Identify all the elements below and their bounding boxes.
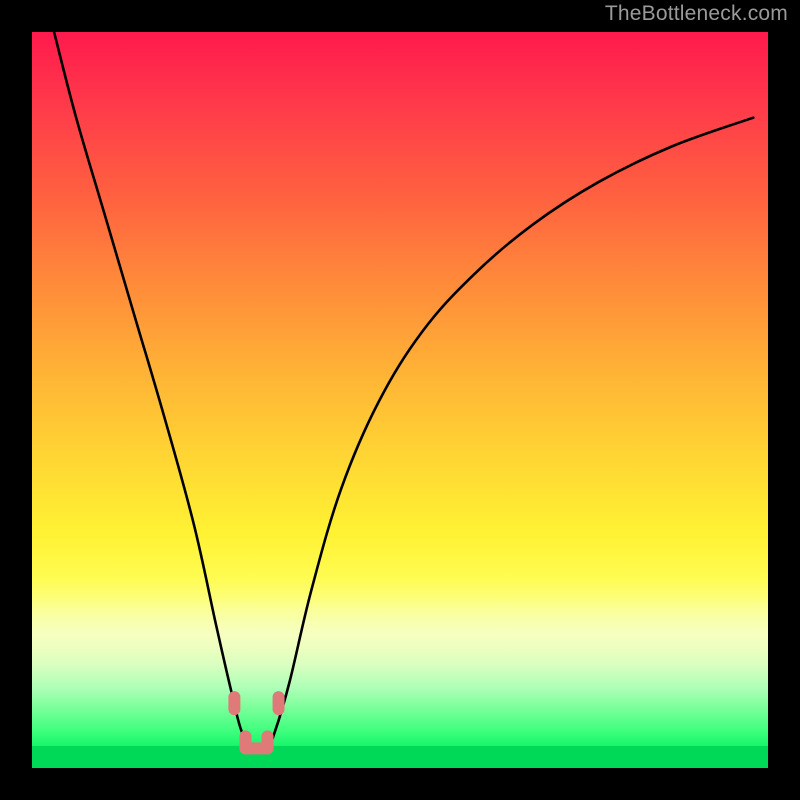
curve-marker	[273, 691, 285, 715]
curve-marker	[228, 691, 240, 715]
bottleneck-curve-svg	[32, 32, 768, 768]
chart-area	[32, 32, 768, 768]
curve-marker	[239, 730, 251, 754]
bottleneck-curve	[54, 32, 753, 748]
minimum-markers	[228, 691, 284, 754]
watermark-text: TheBottleneck.com	[605, 2, 788, 26]
curve-marker	[262, 730, 274, 754]
